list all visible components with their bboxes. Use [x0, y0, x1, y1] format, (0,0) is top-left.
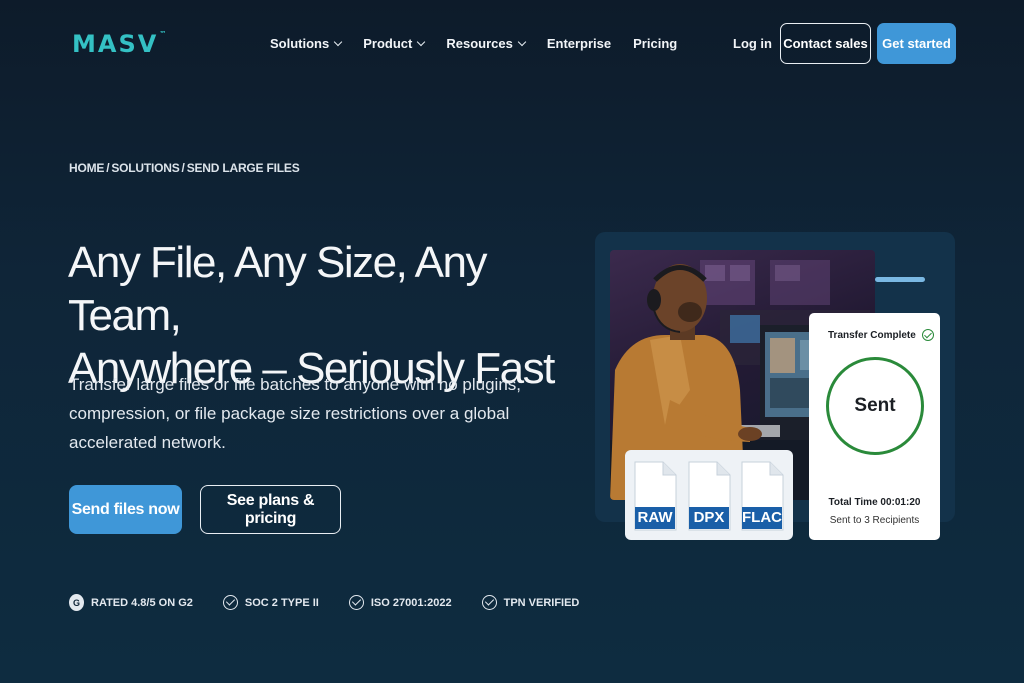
recipients-count: Sent to 3 Recipients: [829, 515, 920, 526]
breadcrumb-home[interactable]: HOME: [69, 161, 104, 175]
file-type-label: RAW: [635, 507, 675, 529]
check-circle-icon: [481, 595, 497, 610]
progress-bar-decor: [875, 277, 925, 282]
nav-enterprise-label: Enterprise: [546, 36, 612, 51]
sent-status-text: Sent: [854, 395, 896, 416]
top-nav: MASV™ Solutions Product Resources Enterp…: [0, 0, 1024, 88]
check-circle-icon: [921, 329, 934, 341]
file-type-label: FLAC: [742, 507, 782, 529]
g2-icon: G: [69, 594, 84, 611]
contact-sales-button[interactable]: Contact sales: [780, 23, 871, 64]
file-type-label: DPX: [689, 507, 729, 529]
nav-pricing[interactable]: Pricing: [633, 36, 677, 51]
nav-solutions-label: Solutions: [270, 36, 330, 51]
breadcrumb-solutions[interactable]: SOLUTIONS: [111, 161, 179, 175]
badge-label: SOC 2 TYPE II: [244, 596, 319, 609]
badge-iso: ISO 27001:2022: [348, 595, 452, 610]
nav-solutions[interactable]: Solutions: [270, 36, 343, 51]
badge-tpn: TPN VERIFIED: [481, 595, 580, 610]
main-menu: Solutions Product Resources Enterprise P…: [270, 36, 677, 51]
chevron-down-icon: [417, 37, 426, 47]
masv-logo[interactable]: MASV™: [72, 30, 168, 58]
badge-soc2: SOC 2 TYPE II: [222, 595, 319, 610]
nav-pricing-label: Pricing: [633, 36, 678, 51]
badge-g2: G RATED 4.8/5 ON G2: [69, 594, 193, 611]
nav-product[interactable]: Product: [363, 36, 426, 51]
nav-enterprise[interactable]: Enterprise: [547, 36, 611, 51]
badge-label: TPN VERIFIED: [503, 596, 580, 609]
send-files-button[interactable]: Send files now: [69, 485, 182, 534]
badge-label: RATED 4.8/5 ON G2: [91, 596, 193, 609]
nav-resources-label: Resources: [446, 36, 513, 51]
breadcrumb-separator: /: [106, 161, 110, 175]
transfer-complete-card: Transfer Complete Sent Total Time 00:01:…: [809, 313, 940, 540]
hero-subtext: Transfer large files or file batches to …: [69, 375, 522, 452]
badge-label: ISO 27001:2022: [370, 596, 452, 609]
file-dpx: DPX: [687, 460, 731, 531]
get-started-button[interactable]: Get started: [877, 23, 956, 64]
chevron-down-icon: [517, 37, 527, 47]
check-circle-icon: [348, 595, 364, 610]
total-time: Total Time 00:01:20: [828, 497, 921, 508]
chevron-down-icon: [333, 37, 343, 47]
check-circle-icon: [222, 595, 238, 610]
transfer-title: Transfer Complete: [828, 329, 934, 341]
file-raw: RAW: [633, 460, 677, 531]
breadcrumb-separator: /: [181, 161, 185, 175]
see-plans-button[interactable]: See plans & pricing: [200, 485, 341, 534]
breadcrumb: HOME / SOLUTIONS / SEND LARGE FILES: [69, 161, 300, 175]
transfer-title-text: Transfer Complete: [828, 329, 916, 341]
trust-badges: G RATED 4.8/5 ON G2 SOC 2 TYPE II ISO 27…: [69, 594, 609, 611]
login-link[interactable]: Log in: [733, 36, 772, 51]
sent-status-ring: Sent: [826, 357, 924, 455]
nav-product-label: Product: [363, 36, 413, 51]
file-flac: FLAC: [740, 460, 784, 531]
hero-headline-line1: Any File, Any Size, Any Team,: [68, 238, 487, 340]
nav-resources[interactable]: Resources: [446, 36, 527, 51]
breadcrumb-current: SEND LARGE FILES: [186, 161, 300, 175]
